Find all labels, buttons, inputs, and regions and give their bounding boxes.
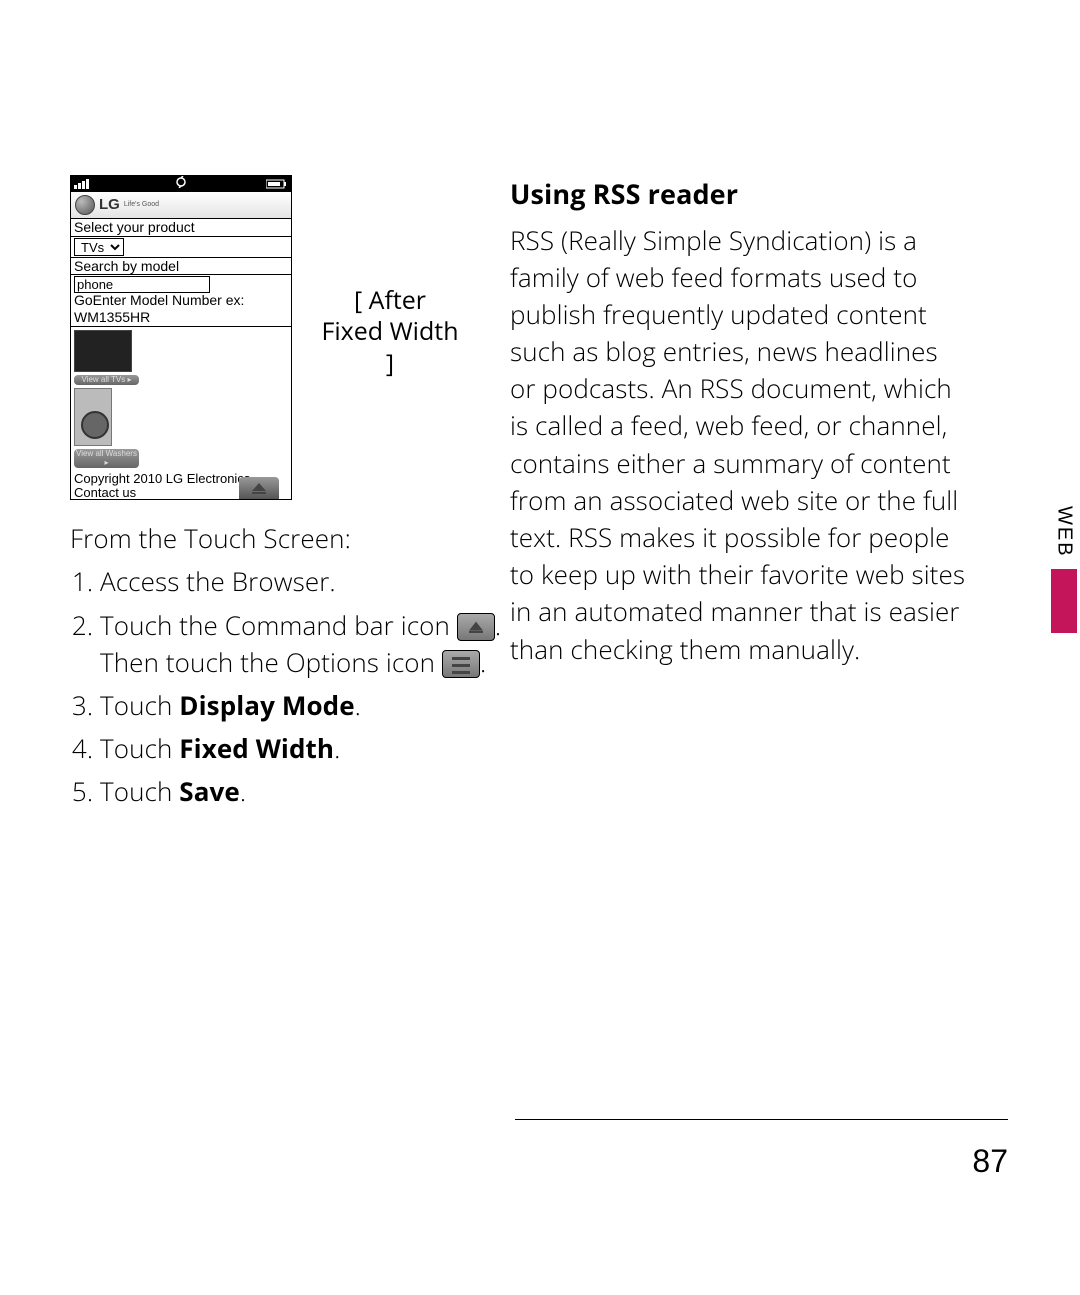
page-number: 87 <box>972 1143 1008 1180</box>
step-2: Touch the Command bar icon . Then touch … <box>100 607 510 681</box>
view-all-tvs-chip[interactable]: View all TVs ▸ <box>74 375 139 385</box>
lg-tagline: Life's Good <box>124 201 159 208</box>
screenshot-caption: [ After Fixed Width ] <box>320 285 460 379</box>
step-1: Access the Browser. <box>100 563 510 600</box>
battery-icon <box>266 179 288 189</box>
lg-logo-text: LG <box>99 197 120 213</box>
phone-header: LG Life's Good <box>71 192 291 219</box>
model-hint-b: WM1355HR <box>71 309 291 327</box>
lg-logo-icon <box>75 195 95 215</box>
command-bar-icon <box>457 613 495 641</box>
section-tab-label: WEB <box>1053 506 1076 564</box>
instructions-intro: From the Touch Screen: <box>70 520 510 557</box>
view-all-washers-chip[interactable]: View all Washers ▸ <box>74 449 139 468</box>
phone-footer: Copyright 2010 LG Electronics. Contact u… <box>71 471 291 499</box>
washer-thumbnail <box>74 388 112 446</box>
phone-screenshot: LG Life's Good Select your product TVs S… <box>70 175 292 500</box>
search-model-label: Search by model <box>71 258 291 276</box>
footer-rule <box>515 1119 1008 1120</box>
step-4: Touch Fixed Width. <box>100 730 510 767</box>
select-product-row: TVs <box>71 237 291 258</box>
step-5: Touch Save. <box>100 773 510 810</box>
command-bar-tab[interactable] <box>239 477 279 499</box>
instructions-list: Access the Browser. Touch the Command ba… <box>70 563 510 810</box>
section-tab-bar <box>1051 569 1077 633</box>
model-search-input[interactable] <box>74 276 210 293</box>
product-select[interactable]: TVs <box>74 238 124 256</box>
phone-statusbar <box>71 176 291 192</box>
model-hint-a: GoEnter Model Number ex: <box>71 293 291 309</box>
rss-heading: Using RSS reader <box>510 175 970 214</box>
search-input-row <box>71 275 291 293</box>
sync-icon <box>175 176 187 192</box>
section-tab: WEB <box>1048 506 1080 633</box>
rss-paragraph: RSS (Really Simple Syndication) is a fam… <box>510 222 970 668</box>
signal-icon <box>74 179 96 189</box>
tv-thumbnail <box>74 330 132 372</box>
select-product-label: Select your product <box>71 219 291 237</box>
options-icon <box>442 650 480 678</box>
step-3: Touch Display Mode. <box>100 687 510 724</box>
